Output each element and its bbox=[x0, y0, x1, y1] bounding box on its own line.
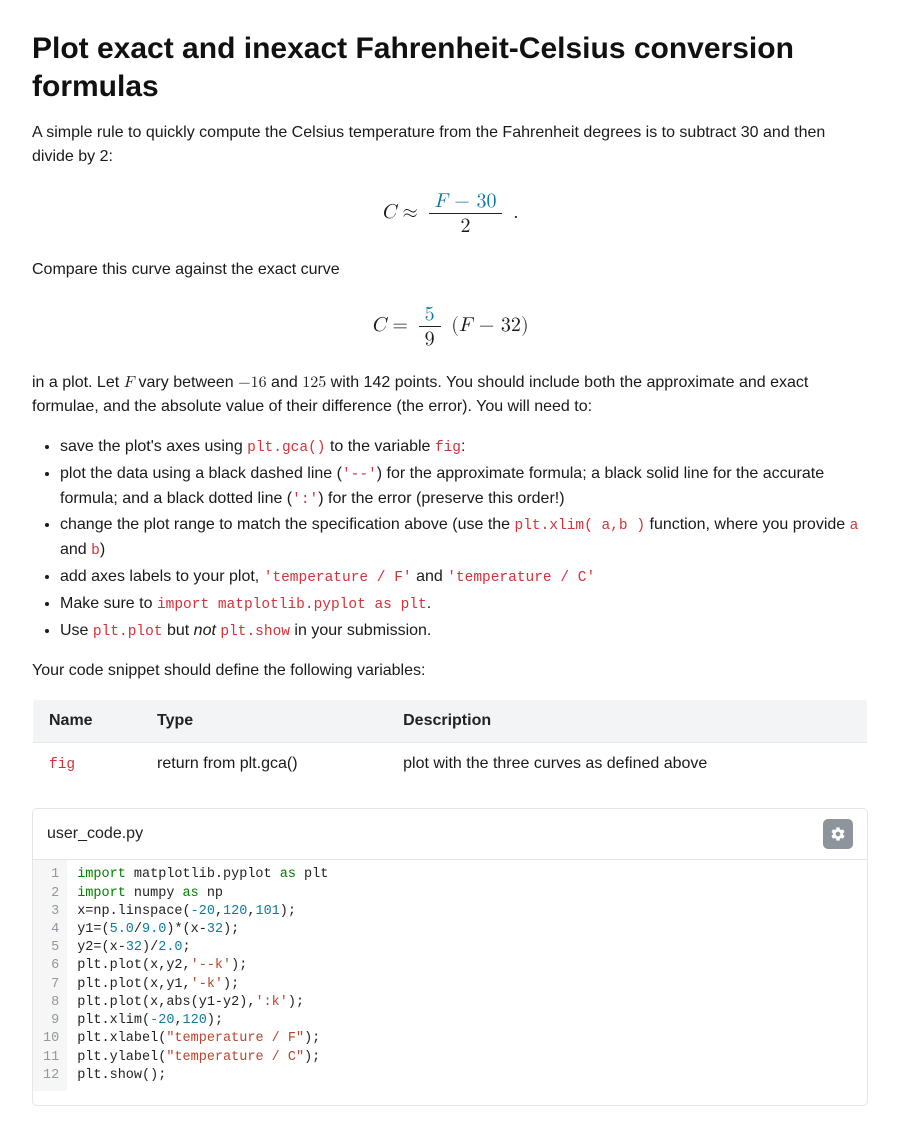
code-snippet: plt.plot bbox=[93, 624, 163, 640]
col-desc: Description bbox=[387, 700, 867, 743]
intro-paragraph: A simple rule to quickly compute the Cel… bbox=[32, 121, 868, 169]
code-lines[interactable]: import matplotlib.pyplot as plt import n… bbox=[67, 860, 338, 1091]
col-name: Name bbox=[33, 700, 142, 743]
var-type: return from plt.gca() bbox=[141, 743, 387, 786]
code-snippet: plt.show bbox=[220, 624, 290, 640]
list-item: Use plt.plot but not plt.show in your su… bbox=[60, 619, 868, 644]
settings-button[interactable] bbox=[823, 819, 853, 849]
code-snippet: 'temperature / F' bbox=[264, 570, 412, 586]
code-snippet: a bbox=[850, 518, 859, 534]
code-snippet: ':' bbox=[292, 492, 318, 508]
filename-label: user_code.py bbox=[47, 825, 143, 843]
line-gutter: 1 2 3 4 5 6 7 8 9 10 11 12 bbox=[33, 860, 67, 1091]
code-snippet: 'temperature / C' bbox=[447, 570, 595, 586]
list-item: add axes labels to your plot, 'temperatu… bbox=[60, 565, 868, 590]
page-title: Plot exact and inexact Fahrenheit-Celsiu… bbox=[32, 30, 868, 105]
code-snippet: fig bbox=[435, 440, 461, 456]
plot-paragraph: in a plot. Let F vary between −16 and 12… bbox=[32, 371, 868, 419]
code-snippet: '--' bbox=[342, 467, 377, 483]
compare-paragraph: Compare this curve against the exact cur… bbox=[32, 258, 868, 282]
list-item: change the plot range to match the speci… bbox=[60, 513, 868, 563]
code-snippet: b bbox=[91, 543, 100, 559]
var-desc: plot with the three curves as defined ab… bbox=[387, 743, 867, 786]
defines-paragraph: Your code snippet should define the foll… bbox=[32, 659, 868, 683]
list-item: plot the data using a black dashed line … bbox=[60, 462, 868, 512]
code-area[interactable]: 1 2 3 4 5 6 7 8 9 10 11 12 import matplo… bbox=[33, 860, 867, 1105]
formula-approx: C ≈ F − 302 . bbox=[32, 189, 868, 238]
code-editor: user_code.py 1 2 3 4 5 6 7 8 9 10 11 12 … bbox=[32, 808, 868, 1106]
formula-exact: C = 59 (F − 32) bbox=[32, 302, 868, 351]
code-snippet: plt.gca() bbox=[247, 440, 325, 456]
list-item: Make sure to import matplotlib.pyplot as… bbox=[60, 592, 868, 617]
table-row: fig return from plt.gca() plot with the … bbox=[33, 743, 868, 786]
gear-icon bbox=[830, 826, 846, 842]
list-item: save the plot's axes using plt.gca() to … bbox=[60, 435, 868, 460]
instruction-list: save the plot's axes using plt.gca() to … bbox=[32, 435, 868, 643]
code-snippet: plt.xlim( a,b ) bbox=[515, 518, 646, 534]
col-type: Type bbox=[141, 700, 387, 743]
var-name: fig bbox=[49, 757, 75, 773]
variables-table: Name Type Description fig return from pl… bbox=[32, 699, 868, 786]
code-snippet: import matplotlib.pyplot as plt bbox=[157, 597, 427, 613]
